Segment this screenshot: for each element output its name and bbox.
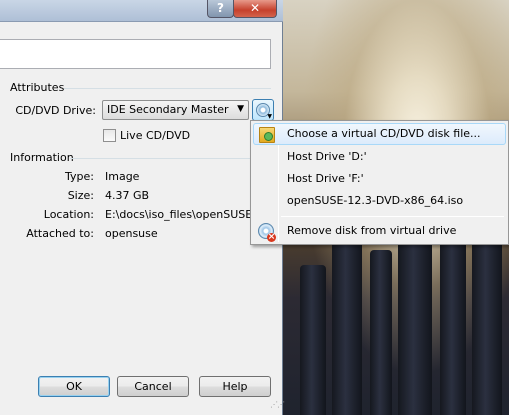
menu-item-label: Host Drive 'F:' [287, 172, 364, 185]
close-button[interactable]: ✕ [233, 0, 277, 18]
ok-button[interactable]: OK [38, 376, 110, 397]
cd-dvd-drive-value: IDE Secondary Master [107, 103, 229, 116]
choose-disk-button[interactable]: ▼ [252, 99, 274, 121]
menu-separator [281, 216, 504, 217]
information-group-title: Information [10, 151, 74, 164]
attached-to-label: Attached to: [26, 227, 94, 240]
title-bar: ? ✕ [0, 0, 283, 22]
menu-item-remove-disk[interactable]: Remove disk from virtual drive [253, 220, 506, 242]
menu-item-opensuse-iso[interactable]: openSUSE-12.3-DVD-x86_64.iso [253, 190, 506, 212]
attached-to-value: opensuse [105, 227, 158, 240]
menu-item-choose-disk-file[interactable]: Choose a virtual CD/DVD disk file... [253, 123, 506, 145]
dropdown-arrow-icon: ▼ [267, 113, 272, 120]
storage-tree-area[interactable] [0, 39, 271, 69]
background-post [332, 225, 362, 415]
help-button[interactable]: Help [199, 376, 271, 397]
disk-choice-menu: Choose a virtual CD/DVD disk file... Hos… [250, 120, 509, 245]
type-label: Type: [65, 170, 94, 183]
background-post [440, 237, 466, 415]
live-cd-checkbox[interactable] [103, 129, 116, 142]
menu-item-host-drive-d[interactable]: Host Drive 'D:' [253, 146, 506, 168]
storage-settings-dialog: ? ✕ Attributes CD/DVD Drive: IDE Seconda… [0, 0, 285, 415]
dropdown-arrow-icon: ▼ [237, 104, 244, 114]
divider [70, 158, 250, 159]
background-post [370, 250, 392, 415]
live-cd-label: Live CD/DVD [120, 129, 191, 142]
cd-dvd-drive-select[interactable]: IDE Secondary Master ▼ [102, 100, 249, 120]
location-value: E:\docs\iso_files\openSUSE-12 [105, 208, 250, 221]
menu-item-label: Remove disk from virtual drive [287, 224, 457, 237]
help-title-button[interactable]: ? [207, 0, 234, 18]
menu-item-label: Host Drive 'D:' [287, 150, 367, 163]
background-post [472, 219, 502, 415]
menu-item-label: Choose a virtual CD/DVD disk file... [287, 127, 481, 140]
location-label: Location: [43, 208, 94, 221]
type-value: Image [105, 170, 140, 183]
cd-dvd-drive-label: CD/DVD Drive: [15, 104, 96, 117]
menu-item-label: openSUSE-12.3-DVD-x86_64.iso [287, 194, 464, 207]
folder-open-icon [259, 127, 275, 143]
background-post [300, 265, 326, 415]
resize-grip-icon[interactable]: ⋰⋰ [270, 400, 285, 409]
cancel-button[interactable]: Cancel [117, 376, 189, 397]
remove-disk-icon [258, 223, 276, 242]
divider [64, 88, 271, 89]
menu-item-host-drive-f[interactable]: Host Drive 'F:' [253, 168, 506, 190]
size-value: 4.37 GB [105, 189, 150, 202]
size-label: Size: [67, 189, 94, 202]
attributes-group-title: Attributes [10, 81, 65, 94]
